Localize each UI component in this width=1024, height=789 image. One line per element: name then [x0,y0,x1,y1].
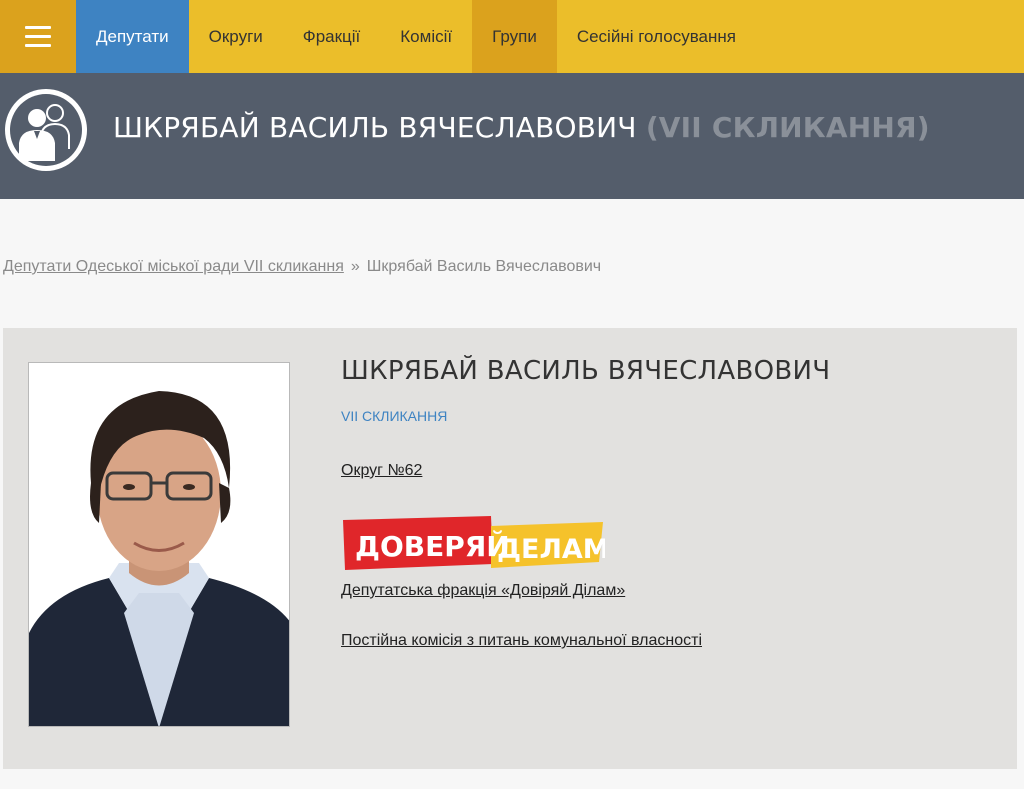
page-header: ШКРЯБАЙ ВАСИЛЬ ВЯЧЕСЛАВОВИЧ (VII СКЛИКАН… [0,73,1024,199]
nav-item-commissions[interactable]: Комісії [380,0,472,73]
party-logo-word-1: ДОВЕРЯЙ [355,529,510,563]
nav-item-groups[interactable]: Групи [472,0,557,73]
convocation-link[interactable]: VII СКЛИКАННЯ [341,408,447,424]
page-title: ШКРЯБАЙ ВАСИЛЬ ВЯЧЕСЛАВОВИЧ (VII СКЛИКАН… [113,111,930,144]
breadcrumb-separator: » [350,258,360,275]
profile-card: ШКРЯБАЙ ВАСИЛЬ ВЯЧЕСЛАВОВИЧ VII СКЛИКАНН… [3,328,1017,769]
deputy-name: ШКРЯБАЙ ВАСИЛЬ ВЯЧЕСЛАВОВИЧ [341,356,831,386]
deputies-icon [5,89,87,171]
commission-link[interactable]: Постійна комісія з питань комунальної вл… [341,632,702,650]
district-link[interactable]: Округ №62 [341,462,422,480]
menu-icon[interactable] [0,0,76,73]
nav-item-districts[interactable]: Округи [189,0,283,73]
top-navigation: Депутати Округи Фракції Комісії Групи Се… [0,0,1024,73]
nav-item-deputies[interactable]: Депутати [76,0,189,73]
nav-item-factions[interactable]: Фракції [283,0,381,73]
nav-item-session-votes[interactable]: Сесійні голосування [557,0,756,73]
page-title-name: ШКРЯБАЙ ВАСИЛЬ ВЯЧЕСЛАВОВИЧ [113,111,637,144]
party-logo[interactable]: ДОВЕРЯЙ ДЕЛАМ [341,514,605,576]
page-title-convocation: (VII СКЛИКАННЯ) [645,111,930,144]
deputy-photo [28,362,290,727]
faction-link[interactable]: Депутатська фракція «Довіряй Ділам» [341,582,625,600]
portrait-image [29,363,289,726]
breadcrumb-parent-link[interactable]: Депутати Одеської міської ради VII склик… [3,258,344,275]
breadcrumb: Депутати Одеської міської ради VII склик… [3,258,601,276]
party-logo-word-2: ДЕЛАМ [497,534,605,565]
breadcrumb-current: Шкрябай Василь Вячеславович [366,258,602,275]
